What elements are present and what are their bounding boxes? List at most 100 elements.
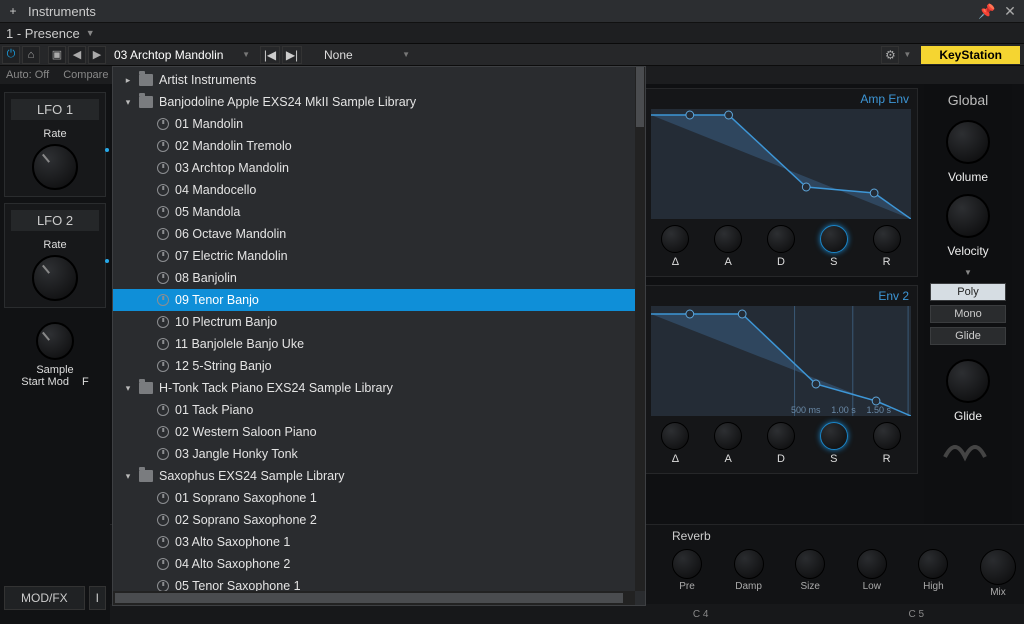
tree-preset[interactable]: 11 Banjolele Banjo Uke xyxy=(113,333,645,355)
tree-preset[interactable]: 02 Soprano Saxophone 2 xyxy=(113,509,645,531)
preset-icon xyxy=(157,206,169,218)
tree-preset[interactable]: 01 Soprano Saxophone 1 xyxy=(113,487,645,509)
env2-release-knob[interactable] xyxy=(873,422,901,450)
reverb-damp-knob[interactable] xyxy=(734,549,764,579)
pin-preset-button[interactable]: ⌂ xyxy=(22,46,40,64)
tree-preset[interactable]: 10 Plectrum Banjo xyxy=(113,311,645,333)
tree-item-label: 05 Mandola xyxy=(175,205,240,219)
amp-env-attack-knob[interactable] xyxy=(714,225,742,253)
modfx-tab[interactable]: MOD/FX xyxy=(4,586,85,610)
power-button[interactable]: ⏻ xyxy=(2,46,20,64)
tree-preset[interactable]: 03 Jangle Honky Tonk xyxy=(113,443,645,465)
env2-attack-knob[interactable] xyxy=(714,422,742,450)
lfo2-rate-knob[interactable] xyxy=(32,255,78,301)
hscroll-thumb[interactable] xyxy=(115,593,623,603)
preset-name-label: 03 Archtop Mandolin xyxy=(114,48,223,62)
reverb-size-knob[interactable] xyxy=(795,549,825,579)
lfo1-indicator-icon xyxy=(105,148,109,152)
tree-preset[interactable]: 01 Mandolin xyxy=(113,113,645,135)
next-preset-button[interactable]: ▶ xyxy=(88,46,106,64)
velocity-knob[interactable] xyxy=(946,194,990,238)
amp-env-decay-knob[interactable] xyxy=(767,225,795,253)
tree-item-label: 10 Plectrum Banjo xyxy=(175,315,277,329)
prev-preset-button[interactable]: ◀ xyxy=(68,46,86,64)
reverb-high-knob[interactable] xyxy=(918,549,948,579)
env2-sustain-knob[interactable] xyxy=(820,422,848,450)
env2-delta-knob[interactable] xyxy=(661,422,689,450)
tree-preset[interactable]: 05 Tenor Saxophone 1 xyxy=(113,575,645,591)
tree-preset[interactable]: 09 Tenor Banjo xyxy=(113,289,645,311)
secondary-selector[interactable]: None ▼ xyxy=(324,48,414,62)
tree-preset[interactable]: 12 5-String Banjo xyxy=(113,355,645,377)
preset-selector[interactable]: 03 Archtop Mandolin ▼ xyxy=(108,44,258,65)
compare-toggle[interactable]: Compare xyxy=(63,69,108,81)
presonus-logo-icon xyxy=(943,433,993,463)
tree-preset[interactable]: 08 Banjolin xyxy=(113,267,645,289)
disclosure-arrow-icon[interactable] xyxy=(123,97,133,108)
tree-preset[interactable]: 07 Electric Mandolin xyxy=(113,245,645,267)
env2-decay-knob[interactable] xyxy=(767,422,795,450)
poly-button[interactable]: Poly xyxy=(930,283,1006,301)
transport-prev-button[interactable]: |◀ xyxy=(260,46,280,64)
tree-preset[interactable]: 03 Alto Saxophone 1 xyxy=(113,531,645,553)
reverb-mix-knob[interactable] xyxy=(980,549,1016,585)
velocity-label: Velocity xyxy=(947,244,988,258)
amp-env-delta-knob[interactable] xyxy=(661,225,689,253)
tree-folder[interactable]: Artist Instruments xyxy=(113,69,645,91)
glide-knob[interactable] xyxy=(946,359,990,403)
i-tab[interactable]: I xyxy=(89,586,106,610)
env2-time-1: 500 ms xyxy=(791,405,821,415)
tree-item-label: 01 Tack Piano xyxy=(175,403,253,417)
glide-button[interactable]: Glide xyxy=(930,327,1006,345)
save-preset-button[interactable]: ▣ xyxy=(48,46,66,64)
tree-preset[interactable]: 01 Tack Piano xyxy=(113,399,645,421)
tree-preset[interactable]: 02 Western Saloon Piano xyxy=(113,421,645,443)
tree-item-label: 03 Alto Saxophone 1 xyxy=(175,535,290,549)
titlebar: + Instruments 📌 ✕ xyxy=(0,0,1024,22)
global-title: Global xyxy=(948,92,988,108)
tree-preset[interactable]: 02 Mandolin Tremolo xyxy=(113,135,645,157)
env2-graph[interactable]: 500 ms 1.00 s 1.50 s xyxy=(651,306,911,416)
keystation-indicator[interactable]: KeyStation xyxy=(921,46,1020,64)
tree-preset[interactable]: 04 Alto Saxophone 2 xyxy=(113,553,645,575)
scroll-thumb[interactable] xyxy=(636,67,644,127)
preset-browser-dropdown: Artist InstrumentsBanjodoline Apple EXS2… xyxy=(112,66,646,606)
gear-icon[interactable]: ⚙ xyxy=(881,46,899,64)
transport-next-button[interactable]: ▶| xyxy=(282,46,302,64)
horizontal-scrollbar[interactable] xyxy=(113,591,635,605)
tree-item-label: 12 5-String Banjo xyxy=(175,359,272,373)
key-c5-label: C 5 xyxy=(908,609,924,620)
lfo1-rate-label: Rate xyxy=(11,128,99,140)
start-mod-label: Start Mod xyxy=(21,376,69,388)
volume-knob[interactable] xyxy=(946,120,990,164)
chevron-down-icon[interactable]: ▼ xyxy=(964,268,972,277)
tree-folder[interactable]: Banjodoline Apple EXS24 MkII Sample Libr… xyxy=(113,91,645,113)
pin-icon[interactable]: 📌 xyxy=(978,3,994,20)
amp-env-sustain-knob[interactable] xyxy=(820,225,848,253)
add-instrument-button[interactable]: + xyxy=(6,4,20,18)
amp-env-graph[interactable] xyxy=(651,109,911,219)
tree-preset[interactable]: 03 Archtop Mandolin xyxy=(113,157,645,179)
disclosure-arrow-icon[interactable] xyxy=(123,75,133,86)
tree-folder[interactable]: Saxophus EXS24 Sample Library xyxy=(113,465,645,487)
sample-start-knob[interactable] xyxy=(36,322,74,360)
tree-preset[interactable]: 04 Mandocello xyxy=(113,179,645,201)
preset-tree[interactable]: Artist InstrumentsBanjodoline Apple EXS2… xyxy=(113,67,645,591)
tree-preset[interactable]: 06 Octave Mandolin xyxy=(113,223,645,245)
auto-off-toggle[interactable]: Auto: Off xyxy=(6,69,49,81)
disclosure-arrow-icon[interactable] xyxy=(123,383,133,394)
reverb-low-knob[interactable] xyxy=(857,549,887,579)
env2-time-2: 1.00 s xyxy=(831,405,856,415)
tree-folder[interactable]: H-Tonk Tack Piano EXS24 Sample Library xyxy=(113,377,645,399)
mono-button[interactable]: Mono xyxy=(930,305,1006,323)
vertical-scrollbar[interactable] xyxy=(635,67,645,591)
instrument-selector[interactable]: 1 - Presence ▼ xyxy=(0,22,1024,44)
f-partial-label: F xyxy=(82,376,89,388)
lfo1-rate-knob[interactable] xyxy=(32,144,78,190)
chevron-down-icon[interactable]: ▼ xyxy=(903,50,911,59)
disclosure-arrow-icon[interactable] xyxy=(123,471,133,482)
reverb-pre-knob[interactable] xyxy=(672,549,702,579)
tree-preset[interactable]: 05 Mandola xyxy=(113,201,645,223)
amp-env-release-knob[interactable] xyxy=(873,225,901,253)
close-icon[interactable]: ✕ xyxy=(1002,3,1018,20)
